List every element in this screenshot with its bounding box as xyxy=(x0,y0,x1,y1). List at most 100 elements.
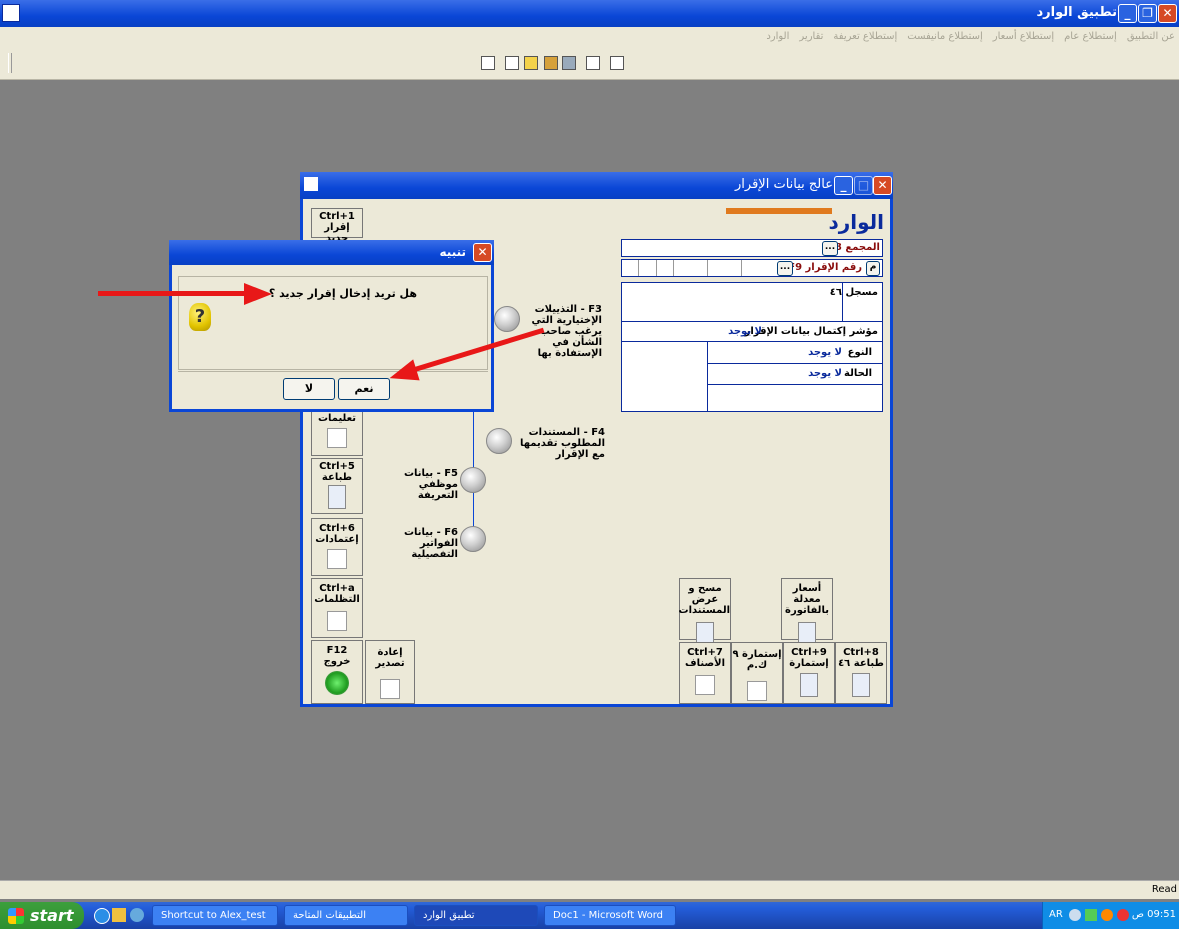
form9-button[interactable]: إستمارة ٩ ك.م xyxy=(731,642,783,704)
start-button[interactable]: start xyxy=(0,902,84,929)
print46-button[interactable]: Ctrl+8 طباعة ٤٦ xyxy=(835,642,887,704)
quicklaunch-icon[interactable] xyxy=(112,908,126,922)
majma-row: المجمع F8 ... xyxy=(621,239,883,257)
exit-door-icon[interactable] xyxy=(610,56,624,70)
approvals-key: Ctrl+6 xyxy=(319,523,355,534)
task-wared-app[interactable]: تطبيق الوارد xyxy=(414,905,538,926)
menu-item-4[interactable]: إستطلاع أسعار xyxy=(993,31,1054,42)
question-icon: ? xyxy=(189,303,211,331)
header-title: الوارد xyxy=(828,210,884,234)
form-button[interactable]: Ctrl+9 إستمارة xyxy=(783,642,835,704)
print-button[interactable]: Ctrl+5 طباعة xyxy=(311,458,363,514)
node-f5-label: F5 - بيانات موظفي التعريفة xyxy=(403,468,458,501)
new-declaration-button[interactable]: Ctrl+1 إقرار جديد xyxy=(311,208,363,244)
adjusted-prices-button[interactable]: أسعار معدلة بالفاتورة xyxy=(781,578,833,646)
status-label: الحالة xyxy=(844,368,872,379)
tray-icon-2[interactable] xyxy=(1085,909,1097,921)
settings-icon[interactable] xyxy=(524,56,538,70)
report-icon[interactable] xyxy=(562,56,576,70)
print46-label: طباعة ٤٦ xyxy=(838,658,884,669)
start-label: start xyxy=(30,906,74,925)
pen-icon xyxy=(380,679,400,699)
grievances-button[interactable]: Ctrl+a التظلمات xyxy=(311,578,363,638)
alert-dialog-title: تنبيه xyxy=(439,245,466,259)
list-icon[interactable] xyxy=(586,56,600,70)
approvals-button[interactable]: Ctrl+6 إعتمادات xyxy=(311,518,363,576)
raqm-lookup-button[interactable]: ... xyxy=(777,261,793,276)
node-f6[interactable] xyxy=(460,526,486,552)
toolbar-grip[interactable] xyxy=(8,53,12,73)
items-key: Ctrl+7 xyxy=(687,647,723,658)
task-word-doc[interactable]: Doc1 - Microsoft Word xyxy=(544,905,676,926)
tray-icon-3[interactable] xyxy=(1101,909,1113,921)
exit-button[interactable]: F12 خروج xyxy=(311,640,363,704)
ie-icon[interactable] xyxy=(94,908,110,924)
task-label: تطبيق الوارد xyxy=(423,910,475,921)
win-minimize-button[interactable]: _ xyxy=(834,176,853,195)
menu-item-5[interactable]: إستطلاع عام xyxy=(1064,31,1117,42)
dialog-close-button[interactable]: ✕ xyxy=(473,243,492,262)
document-icon xyxy=(328,485,346,509)
close-button[interactable]: ✕ xyxy=(1158,4,1177,23)
mim-button[interactable]: م xyxy=(866,261,880,276)
system-tray: AR 09:51 ص xyxy=(1042,902,1179,929)
taskbar: start Shortcut to Alex_test التطبيقات ال… xyxy=(0,902,1179,929)
form-label: إستمارة xyxy=(789,658,829,669)
minimize-button[interactable]: _ xyxy=(1118,4,1137,23)
declaration-window-title-bar: عالج بيانات الإقرار _ □ ✕ xyxy=(300,172,893,199)
items-button[interactable]: Ctrl+7 الأصناف xyxy=(679,642,731,704)
scan-label: مسح و عرض المستندات xyxy=(678,583,730,616)
node-f5[interactable] xyxy=(460,467,486,493)
task-available-apps[interactable]: التطبيقات المتاحة xyxy=(284,905,408,926)
clock: 09:51 ص xyxy=(1131,909,1176,920)
raqm-input-cells[interactable] xyxy=(622,260,775,276)
menu-item-2[interactable]: إستطلاع تعريفة xyxy=(833,31,897,42)
exit-power-icon xyxy=(325,671,349,695)
menu-item-0[interactable]: الوارد xyxy=(766,31,789,42)
approvals-label: إعتمادات xyxy=(315,534,359,545)
restore-button[interactable]: ❐ xyxy=(1138,4,1157,23)
scan-documents-button[interactable]: مسح و عرض المستندات xyxy=(678,578,731,646)
pen-icon xyxy=(327,611,347,631)
win-maximize-button[interactable]: □ xyxy=(854,176,873,195)
form9-label: إستمارة ٩ ك.م xyxy=(732,649,782,671)
musajjal-label: مسجل ٤٦ xyxy=(829,287,878,298)
node-f4[interactable] xyxy=(486,428,512,454)
edit-icon[interactable] xyxy=(481,56,495,70)
app-window-icon[interactable] xyxy=(2,4,20,22)
no-button[interactable]: لا xyxy=(283,378,335,400)
search-icon[interactable] xyxy=(505,56,519,70)
window-icon[interactable] xyxy=(304,177,318,191)
task-label: التطبيقات المتاحة xyxy=(293,910,366,921)
windows-logo-icon xyxy=(8,908,24,924)
tools-icon[interactable] xyxy=(544,56,558,70)
exit-key: F12 xyxy=(326,645,348,656)
yes-button[interactable]: نعم xyxy=(338,378,390,400)
node-f3-label: F3 - التذييلات الإختيارية التي يرغب صاحب… xyxy=(531,304,602,359)
task-label: Doc1 - Microsoft Word xyxy=(553,910,664,921)
instructions-button[interactable]: تعليمات xyxy=(311,406,363,456)
completion-value: لا يوجد xyxy=(728,326,762,337)
menu-item-6[interactable]: عن التطبيق xyxy=(1127,31,1175,42)
menu-item-3[interactable]: إستطلاع مانيفست xyxy=(907,31,983,42)
pen-icon xyxy=(327,549,347,569)
tray-icon-1[interactable] xyxy=(1069,909,1081,921)
pen-icon xyxy=(747,681,767,701)
main-window-title: تطبيق الوارد xyxy=(1036,5,1117,20)
node-f6-label: F6 - بيانات الفواتير التفصيلية xyxy=(403,527,458,560)
reissue-button[interactable]: إعادة تصدير xyxy=(365,640,415,704)
menu-item-1[interactable]: تقارير xyxy=(799,31,823,42)
win-close-button[interactable]: ✕ xyxy=(873,176,892,195)
task-shortcut-alex[interactable]: Shortcut to Alex_test xyxy=(152,905,278,926)
language-indicator[interactable]: AR xyxy=(1049,909,1063,920)
form-key: Ctrl+9 xyxy=(791,647,827,658)
status-panel: مسجل ٤٦ مؤشر إكتمال بيانات الإقرار لا يو… xyxy=(621,282,883,412)
header-accent-bar xyxy=(726,208,832,214)
annotation-arrow-1 xyxy=(98,291,246,296)
pen-icon xyxy=(695,675,715,695)
print-label: طباعة xyxy=(321,472,353,483)
quicklaunch-icon-2[interactable] xyxy=(130,908,144,922)
pen-icon xyxy=(327,428,347,448)
majma-lookup-button[interactable]: ... xyxy=(822,241,838,256)
tray-icon-4[interactable] xyxy=(1117,909,1129,921)
